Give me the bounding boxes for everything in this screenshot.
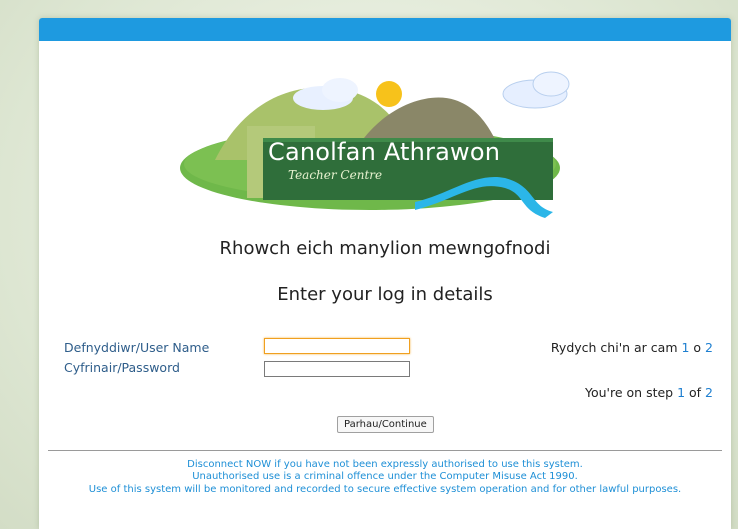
continue-button[interactable]: Parhau/Continue — [337, 416, 434, 433]
password-input[interactable] — [264, 361, 410, 377]
step-indicator-english: You're on step 1 of 2 — [585, 385, 713, 400]
login-panel: Canolfan Athrawon Teacher Centre Rhowch … — [39, 18, 731, 529]
step-indicator-welsh: Rydych chi'n ar cam 1 o 2 — [551, 340, 713, 355]
step-total-welsh[interactable]: 2 — [705, 340, 713, 355]
username-label: Defnyddiwr/User Name — [64, 340, 210, 355]
username-input[interactable] — [264, 338, 410, 354]
header-bar — [39, 18, 731, 41]
heading-english: Enter your log in details — [277, 284, 493, 305]
step-english-join: of — [685, 385, 706, 400]
step-welsh-join: o — [689, 340, 706, 355]
step-welsh-prefix: Rydych chi'n ar cam — [550, 340, 682, 355]
logo-subtitle: Teacher Centre — [288, 168, 383, 182]
divider — [48, 450, 722, 451]
logo-title: Canolfan Athrawon — [268, 138, 501, 166]
notice-line-2: Unauthorised use is a criminal offence u… — [192, 471, 578, 482]
step-english-prefix: You're on step — [585, 385, 678, 400]
notice-line-1: Disconnect NOW if you have not been expr… — [187, 459, 583, 470]
heading-welsh: Rhowch eich manylion mewngofnodi — [219, 238, 551, 259]
notice-line-3: Use of this system will be monitored and… — [88, 484, 682, 495]
password-label: Cyfrinair/Password — [64, 360, 180, 375]
step-total-english[interactable]: 2 — [705, 385, 713, 400]
step-current-english[interactable]: 1 — [677, 385, 685, 400]
